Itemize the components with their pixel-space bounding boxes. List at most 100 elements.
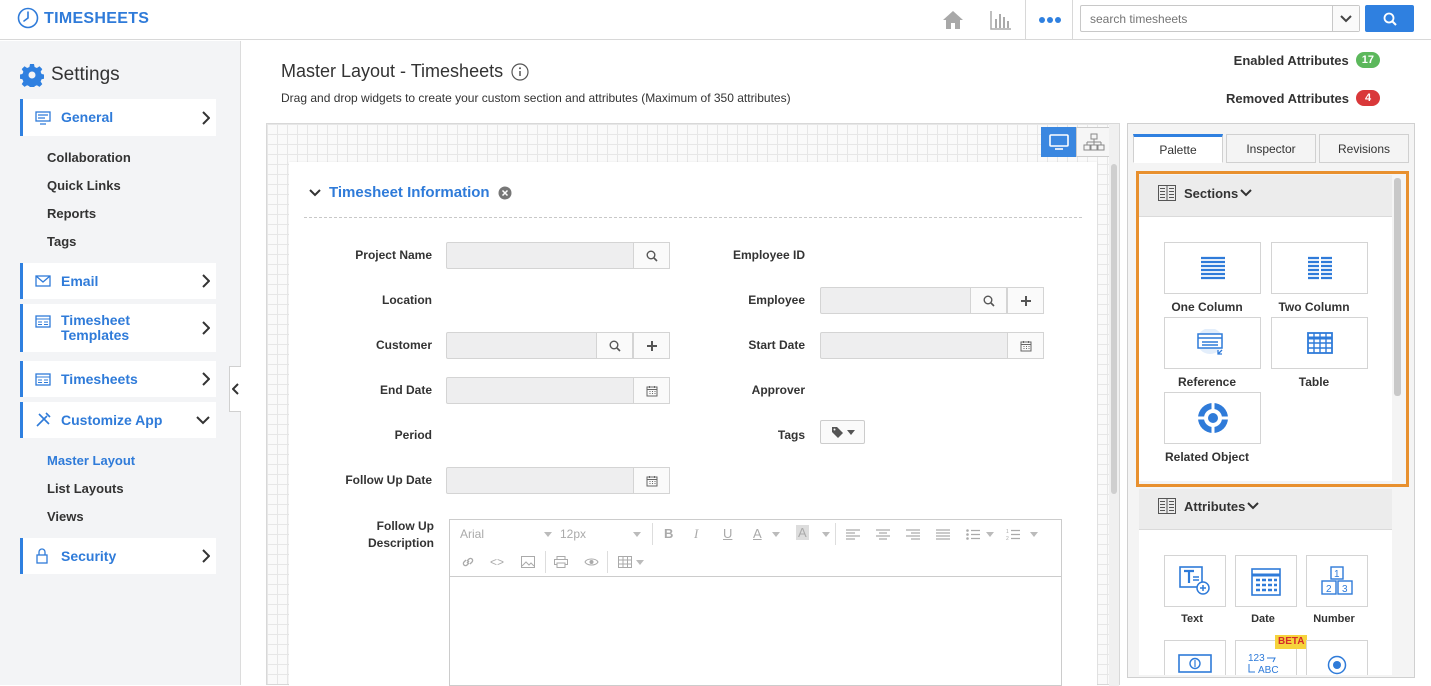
enabled-attributes-label: Enabled Attributes [1233, 52, 1349, 68]
radio-icon [1327, 655, 1347, 675]
sidebar-item-customize-app[interactable]: Customize App [20, 402, 216, 438]
lock-icon [35, 548, 53, 564]
start-date-input[interactable] [820, 332, 1044, 359]
preview-icon[interactable] [584, 557, 599, 567]
field-label-location: Location [382, 293, 432, 307]
date-attribute-widget[interactable] [1235, 555, 1297, 607]
attributes-header-bar[interactable]: Attributes [1139, 489, 1392, 530]
sidebar-item-general[interactable]: General [20, 99, 216, 136]
desktop-icon [1048, 134, 1069, 150]
start-date-picker-button[interactable] [1007, 332, 1044, 359]
italic-icon[interactable]: I [694, 526, 698, 542]
tags-dropdown-button[interactable] [820, 420, 865, 444]
project-name-lookup-button[interactable] [633, 242, 670, 269]
table-icon[interactable] [618, 556, 632, 568]
field-label-employee: Employee [748, 293, 805, 307]
sidebar-item-security[interactable]: Security [20, 538, 216, 574]
search-icon [609, 340, 621, 352]
sidebar-subitem-master-layout[interactable]: Master Layout [47, 453, 135, 468]
desktop-view-button[interactable] [1041, 127, 1076, 157]
employee-add-button[interactable] [1007, 287, 1044, 314]
align-justify-icon[interactable] [936, 529, 950, 540]
employee-input[interactable] [820, 287, 1044, 314]
font-size-select[interactable]: 12px [560, 527, 641, 541]
search-icon [646, 250, 658, 262]
text-attribute-widget[interactable] [1164, 555, 1226, 607]
currency-attribute-widget[interactable] [1164, 640, 1226, 675]
tab-inspector[interactable]: Inspector [1226, 134, 1316, 163]
layout-canvas[interactable]: Timesheet Information Project Name Emplo… [266, 123, 1120, 686]
align-center-icon[interactable] [876, 529, 890, 540]
home-icon[interactable] [941, 8, 965, 32]
sidebar-item-email[interactable]: Email [20, 263, 216, 299]
bar-chart-icon[interactable] [989, 8, 1013, 32]
field-label-period: Period [394, 428, 432, 442]
font-color-icon[interactable]: A [753, 526, 762, 541]
sidebar-item-timesheets[interactable]: Timesheets [20, 361, 216, 397]
highlight-color-icon[interactable]: A [796, 525, 809, 540]
sidebar-subitem-collaboration[interactable]: Collaboration [47, 150, 131, 165]
app-logo[interactable]: TIMESHEETS [17, 7, 149, 31]
sidebar-item-timesheet-templates[interactable]: Timesheet Templates [20, 304, 216, 352]
sidebar-collapse-button[interactable] [229, 366, 241, 412]
search-input[interactable] [1081, 6, 1331, 31]
section-title[interactable]: Timesheet Information [329, 184, 490, 201]
underline-icon[interactable]: U [723, 526, 732, 541]
remove-section-icon[interactable] [498, 186, 512, 200]
sidebar-item-label: Timesheets [61, 370, 138, 387]
more-icon[interactable] [1038, 8, 1062, 32]
enabled-attributes[interactable]: Enabled Attributes 17 [1234, 52, 1380, 68]
align-right-icon[interactable] [906, 529, 920, 540]
settings-title: Settings [51, 64, 120, 85]
radio-attribute-widget[interactable] [1306, 640, 1368, 675]
attributes-icon [1158, 498, 1176, 514]
calendar-icon [646, 385, 657, 396]
sidebar-item-label: Timesheet Templates [61, 312, 130, 343]
sidebar-subitem-list-layouts[interactable]: List Layouts [47, 481, 124, 496]
follow-up-date-picker-button[interactable] [633, 467, 670, 494]
project-name-input[interactable] [446, 242, 670, 269]
tab-palette[interactable]: Palette [1133, 134, 1223, 163]
caret-down-icon [822, 532, 830, 537]
hierarchy-view-button[interactable] [1076, 127, 1111, 157]
arrow-icon [1248, 664, 1255, 673]
sidebar-subitem-reports[interactable]: Reports [47, 206, 96, 221]
image-icon[interactable] [521, 556, 535, 568]
tab-revisions[interactable]: Revisions [1319, 134, 1409, 163]
customer-input[interactable] [446, 332, 670, 359]
scrollbar-thumb[interactable] [1111, 164, 1117, 494]
plus-icon [646, 340, 657, 351]
bold-icon[interactable]: B [664, 526, 673, 541]
link-icon[interactable] [461, 555, 475, 569]
removed-attributes[interactable]: Removed Attributes 4 [1226, 90, 1380, 106]
sidebar-subitem-views[interactable]: Views [47, 509, 84, 524]
customer-lookup-button[interactable] [596, 332, 633, 359]
search-button[interactable] [1365, 5, 1414, 32]
search-dropdown-button[interactable] [1332, 6, 1359, 31]
chevron-right-icon [202, 372, 210, 386]
field-label-follow-up-description: Follow Up Description [367, 519, 434, 550]
end-date-input[interactable] [446, 377, 670, 404]
section-divider [304, 217, 1082, 218]
bullet-list-icon[interactable] [966, 529, 980, 540]
follow-up-date-input[interactable] [446, 467, 670, 494]
align-left-icon[interactable] [846, 529, 860, 540]
chevron-down-icon[interactable] [309, 188, 321, 197]
rich-text-editor[interactable]: Arial 12px B I U A A 1 2 <> [449, 519, 1062, 686]
code-icon[interactable]: <> [490, 555, 504, 569]
number-attribute-widget[interactable]: 123 [1306, 555, 1368, 607]
sidebar-subitem-quick-links[interactable]: Quick Links [47, 178, 121, 193]
end-date-picker-button[interactable] [633, 377, 670, 404]
hierarchy-icon [1083, 133, 1104, 151]
chevron-down-icon [196, 416, 210, 425]
calendar-icon [1020, 340, 1031, 351]
canvas-scrollbar[interactable] [1109, 124, 1119, 686]
sidebar-subitem-tags[interactable]: Tags [47, 234, 76, 249]
employee-lookup-button[interactable] [970, 287, 1007, 314]
search-icon [983, 295, 995, 307]
info-icon[interactable] [511, 62, 529, 81]
font-family-select[interactable]: Arial [460, 527, 552, 541]
customer-add-button[interactable] [633, 332, 670, 359]
print-icon[interactable] [554, 556, 568, 568]
numbered-list-icon[interactable]: 12 [1006, 528, 1020, 541]
